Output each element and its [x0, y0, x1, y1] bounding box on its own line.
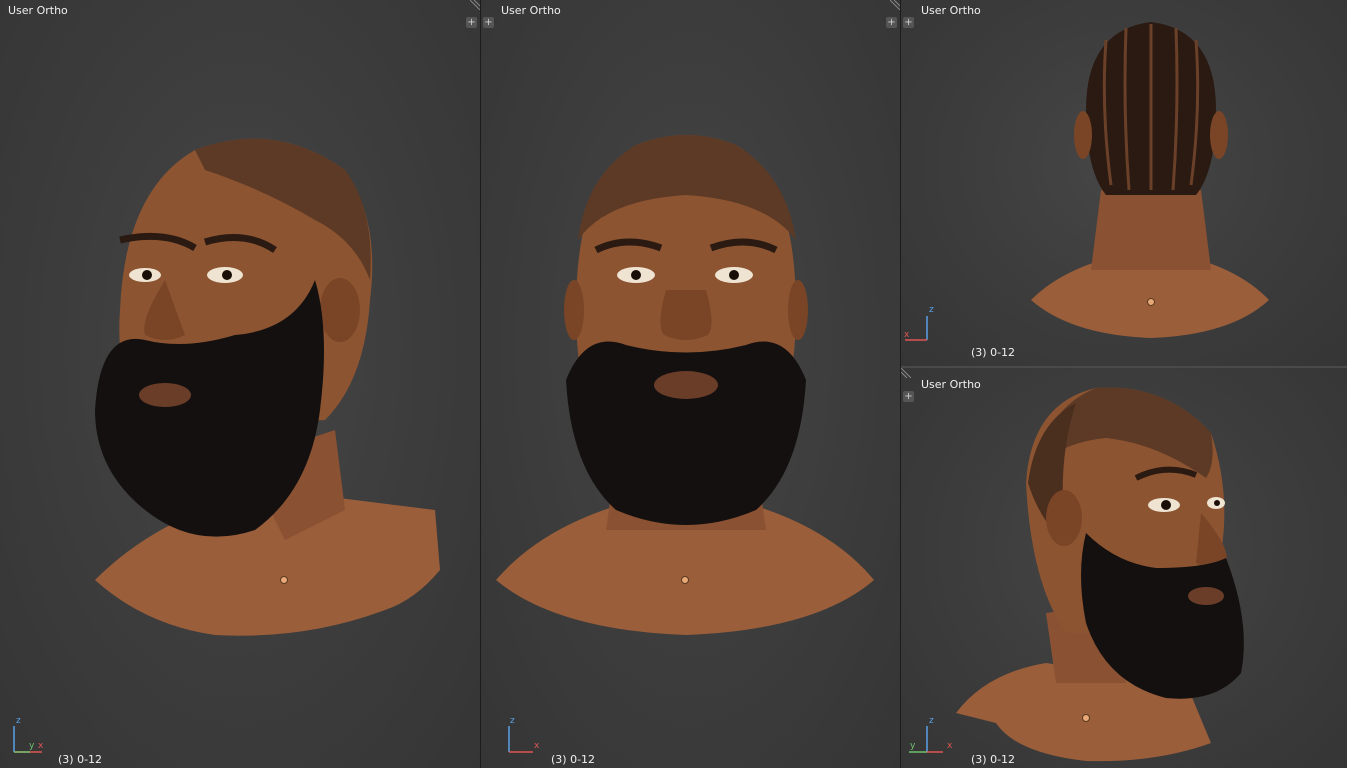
viewport-middle[interactable]: User Ortho + + z x (3) 0-12 — [481, 0, 900, 768]
corner-split-icon[interactable] — [901, 368, 911, 378]
frame-indicator: (3) 0-12 — [971, 753, 1016, 766]
plus-icon[interactable]: + — [903, 17, 914, 28]
head-model-front[interactable] — [496, 130, 886, 640]
axis-z-label: z — [929, 305, 934, 315]
corner-split-icon[interactable] — [890, 0, 900, 10]
frame-indicator: (3) 0-12 — [551, 753, 596, 766]
plus-icon[interactable]: + — [466, 17, 477, 28]
axis-z-label: z — [510, 716, 515, 726]
axis-x-label: x — [947, 741, 953, 751]
viewport-left[interactable]: User Ortho + z y x (3) 0-12 — [0, 0, 480, 768]
corner-split-icon[interactable] — [470, 0, 480, 10]
axis-z-label: z — [16, 716, 21, 726]
viewport-bottom-right[interactable]: User Ortho + z y x (3) 0-12 — [901, 368, 1347, 768]
head-model-three-quarter-right[interactable] — [956, 383, 1256, 763]
head-model-three-quarter-left[interactable] — [85, 130, 445, 640]
object-origin[interactable] — [1082, 714, 1090, 722]
plus-icon[interactable]: + — [886, 17, 897, 28]
plus-icon[interactable]: + — [903, 391, 914, 402]
viewport-label: User Ortho — [8, 4, 68, 17]
axis-x-label: x — [534, 741, 540, 751]
axis-z-label: z — [929, 716, 934, 726]
object-origin[interactable] — [681, 576, 689, 584]
viewport-top-right[interactable]: User Ortho + z x (3) 0-12 — [901, 0, 1347, 366]
frame-indicator: (3) 0-12 — [971, 346, 1016, 359]
axis-x-label: x — [904, 330, 910, 340]
object-origin[interactable] — [280, 576, 288, 584]
head-model-back[interactable] — [1031, 20, 1271, 340]
axis-x-label: x — [38, 741, 44, 751]
axis-y-label: y — [910, 741, 916, 751]
object-origin[interactable] — [1147, 298, 1155, 306]
axis-y-label: y — [29, 741, 35, 751]
frame-indicator: (3) 0-12 — [58, 753, 103, 766]
plus-icon[interactable]: + — [483, 17, 494, 28]
viewport-label: User Ortho — [921, 4, 981, 17]
viewport-label: User Ortho — [501, 4, 561, 17]
